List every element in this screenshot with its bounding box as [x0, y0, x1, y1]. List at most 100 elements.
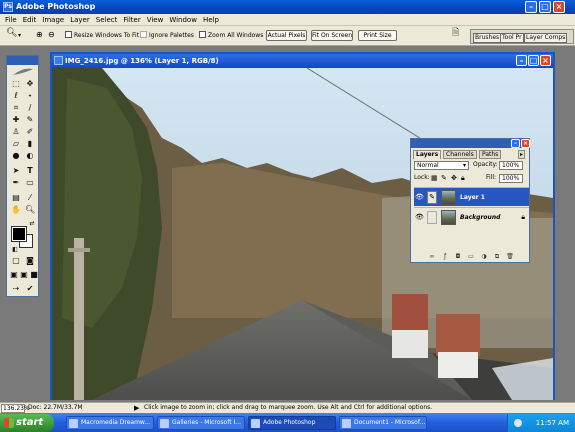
- adjustment-layer-icon[interactable]: ◑: [480, 253, 488, 261]
- eyedropper-tool-icon[interactable]: ⁄: [25, 193, 35, 203]
- eye-visibility-icon[interactable]: 👁︎: [415, 213, 424, 221]
- layers-palette-header[interactable]: – ×: [411, 139, 530, 148]
- brush-tool-icon[interactable]: ✎: [25, 115, 35, 125]
- close-button[interactable]: ×: [553, 1, 565, 13]
- toolbox-header[interactable]: [7, 56, 38, 65]
- zoom-out-icon[interactable]: ⊖: [48, 29, 55, 40]
- menu-filter[interactable]: Filter: [120, 14, 143, 26]
- menu-image[interactable]: Image: [39, 14, 67, 26]
- swap-colors-icon[interactable]: ⇄: [27, 219, 37, 229]
- lock-image-icon[interactable]: ✎: [441, 173, 447, 183]
- clone-stamp-tool-icon[interactable]: ♙: [11, 127, 21, 137]
- eraser-tool-icon[interactable]: ▱: [11, 139, 21, 149]
- opacity-input[interactable]: 100%: [499, 161, 523, 170]
- lasso-tool-icon[interactable]: ℓ: [11, 91, 21, 101]
- rectangle-tool-icon[interactable]: ▭: [25, 178, 35, 188]
- taskbar-item-internet-explorer[interactable]: Galleries - Microsoft I...: [157, 416, 245, 430]
- tab-channels[interactable]: Channels: [443, 150, 477, 159]
- quick-mask-mode-icon[interactable]: ◙: [25, 256, 35, 266]
- palette-tab-layer-comps[interactable]: Layer Comps: [524, 33, 568, 43]
- document-title-bar[interactable]: IMG_2416.jpg @ 136% (Layer 1, RGB/8) – □…: [52, 54, 553, 68]
- layer-mask-icon[interactable]: ◘: [454, 253, 462, 261]
- full-screen-mode-icon[interactable]: ■: [29, 270, 39, 280]
- palette-minimize-button[interactable]: –: [511, 139, 520, 148]
- print-size-button[interactable]: Print Size: [358, 30, 397, 41]
- zoom-all-windows-checkbox[interactable]: Zoom All Windows: [199, 30, 263, 41]
- clock[interactable]: 11:57 AM: [536, 414, 569, 432]
- tab-layers[interactable]: Layers: [413, 150, 442, 159]
- layer-row-background[interactable]: 👁︎ Background 🔒︎: [414, 207, 529, 226]
- status-menu-arrow-icon[interactable]: ▶: [134, 403, 139, 413]
- hand-tool-icon[interactable]: ✋: [11, 205, 21, 215]
- resize-windows-checkbox[interactable]: Resize Windows To Fit: [65, 30, 139, 41]
- palette-tab-brushes[interactable]: Brushes: [473, 33, 502, 43]
- zoom-tool-icon[interactable]: 🔍︎: [25, 205, 35, 215]
- fit-on-screen-button[interactable]: Fit On Screen: [311, 30, 353, 41]
- start-button[interactable]: start: [0, 414, 54, 432]
- blend-mode-select[interactable]: Normal ▾: [414, 161, 469, 170]
- doc-maximize-button[interactable]: □: [528, 55, 539, 66]
- move-tool-icon[interactable]: ✥: [25, 79, 35, 89]
- file-browser-icon[interactable]: 🗎: [452, 28, 459, 39]
- palette-menu-icon[interactable]: ▸: [518, 150, 526, 159]
- standard-screen-mode-icon[interactable]: ▣: [9, 270, 19, 280]
- zoom-level-input[interactable]: 136.23%: [1, 404, 30, 413]
- lock-position-icon[interactable]: ✥: [451, 173, 457, 183]
- pen-tool-icon[interactable]: ✒: [11, 178, 21, 188]
- palette-tab-tool-presets[interactable]: Tool Pr: [500, 33, 524, 43]
- menu-window[interactable]: Window: [166, 14, 200, 26]
- path-selection-tool-icon[interactable]: ➤: [11, 166, 21, 176]
- actual-pixels-button[interactable]: Actual Pixels: [266, 30, 307, 41]
- marquee-tool-icon[interactable]: ⬚: [11, 79, 21, 89]
- tab-paths[interactable]: Paths: [479, 150, 502, 159]
- slice-tool-icon[interactable]: ∕: [25, 103, 35, 113]
- delete-layer-icon[interactable]: 🗑︎: [506, 253, 514, 261]
- layer-style-icon[interactable]: ƒ: [441, 253, 449, 261]
- jump-to-imageready-icon[interactable]: ⇢: [11, 284, 21, 294]
- taskbar-item-dreamweaver[interactable]: Macromedia Dreamw...: [66, 416, 154, 430]
- new-group-icon[interactable]: ▭: [467, 253, 475, 261]
- gradient-tool-icon[interactable]: ▮: [25, 139, 35, 149]
- lock-transparency-icon[interactable]: ▦: [431, 173, 438, 183]
- palette-close-button[interactable]: ×: [521, 139, 530, 148]
- full-screen-menu-mode-icon[interactable]: ▣: [19, 270, 29, 280]
- ignore-palettes-checkbox[interactable]: Ignore Palettes: [140, 30, 194, 41]
- doc-close-button[interactable]: ×: [540, 55, 551, 66]
- menu-layer[interactable]: Layer: [67, 14, 93, 26]
- standard-mode-icon[interactable]: ▢: [11, 256, 21, 266]
- network-icon[interactable]: [514, 419, 522, 427]
- menu-view[interactable]: View: [144, 14, 167, 26]
- tool-preset-dropdown-icon[interactable]: ▾: [18, 30, 21, 41]
- doc-minimize-button[interactable]: –: [516, 55, 527, 66]
- notes-tool-icon[interactable]: ▤: [11, 193, 21, 203]
- magic-wand-tool-icon[interactable]: ⋆: [25, 91, 35, 101]
- maximize-button[interactable]: □: [539, 1, 551, 13]
- blur-tool-icon[interactable]: ●: [11, 151, 21, 161]
- taskbar-item-word[interactable]: Document1 - Microsof...: [339, 416, 427, 430]
- eye-visibility-icon[interactable]: 👁︎: [415, 193, 424, 201]
- link-layers-icon[interactable]: ∞: [428, 253, 436, 261]
- zoom-in-icon[interactable]: ⊕: [36, 29, 43, 40]
- new-layer-icon[interactable]: ⧉: [493, 253, 501, 261]
- minimize-button[interactable]: –: [525, 1, 537, 13]
- type-tool-icon[interactable]: T: [25, 166, 35, 176]
- layer-row-layer-1[interactable]: 👁︎ ✎ Layer 1: [414, 187, 529, 206]
- zoom-tool-icon[interactable]: 🔍︎: [6, 28, 17, 39]
- menu-help[interactable]: Help: [200, 14, 222, 26]
- document-size[interactable]: Doc: 22.7M/33.7M: [28, 403, 83, 413]
- menu-select[interactable]: Select: [93, 14, 121, 26]
- menu-edit[interactable]: Edit: [20, 14, 40, 26]
- menu-file[interactable]: File: [2, 14, 20, 26]
- history-brush-tool-icon[interactable]: ✐: [25, 127, 35, 137]
- lock-all-icon[interactable]: 🔒︎: [461, 173, 465, 183]
- imageready-icon[interactable]: ✔: [25, 284, 35, 294]
- dodge-tool-icon[interactable]: ◐: [25, 151, 35, 161]
- crop-tool-icon[interactable]: ⌗: [11, 103, 21, 113]
- fill-input[interactable]: 100%: [499, 174, 523, 183]
- foreground-color-swatch[interactable]: [11, 226, 27, 242]
- photoshop-app-icon[interactable]: Ps: [3, 2, 13, 12]
- healing-brush-tool-icon[interactable]: ✚: [11, 115, 21, 125]
- default-colors-icon[interactable]: ◧: [10, 245, 20, 255]
- photoshop-feather-icon[interactable]: [11, 67, 35, 77]
- taskbar-item-photoshop[interactable]: Adobe Photoshop: [248, 416, 336, 430]
